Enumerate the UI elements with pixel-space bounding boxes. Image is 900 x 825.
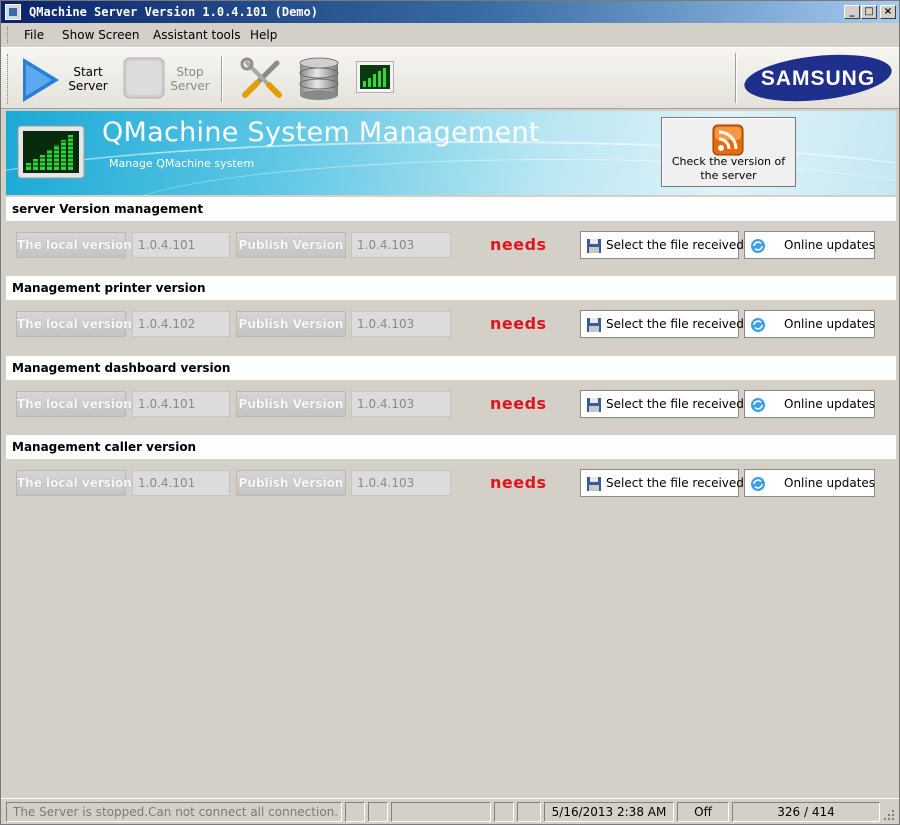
check-version-label: Check the version of the server: [671, 155, 786, 182]
logo-separator: [735, 53, 737, 103]
select-file-label: Select the file received: [606, 476, 744, 490]
menu-assistant-tools[interactable]: Assistant tools: [153, 28, 240, 42]
online-updates-button[interactable]: Online updates: [744, 310, 875, 338]
status-count: 326 / 414: [732, 802, 880, 822]
select-file-label: Select the file received: [606, 317, 744, 331]
status-panel-empty: [368, 802, 388, 822]
play-icon[interactable]: [23, 58, 59, 102]
section-title-dashboard: Management dashboard version: [6, 356, 896, 380]
stop-server-button[interactable]: Stop Server: [169, 65, 211, 93]
version-row-server: The local version 1.0.4.101 Publish Vers…: [6, 221, 896, 265]
menubar-grip[interactable]: [7, 27, 10, 43]
local-version-field[interactable]: 1.0.4.101: [132, 391, 230, 417]
update-status: needs: [490, 314, 547, 333]
system-monitor-icon: [17, 125, 85, 179]
stop-icon[interactable]: [123, 57, 165, 99]
local-version-field[interactable]: 1.0.4.101: [132, 470, 230, 496]
menu-bar: File Show Screen Assistant tools Help: [1, 23, 899, 47]
status-bar: The Server is stopped.Can not connect al…: [1, 798, 899, 824]
select-file-label: Select the file received: [606, 397, 744, 411]
floppy-disk-icon: [587, 398, 601, 412]
check-version-button[interactable]: Check the version of the server: [661, 117, 796, 187]
header-banner: QMachine System Management Manage QMachi…: [6, 111, 896, 195]
update-status: needs: [490, 473, 547, 492]
version-row-dashboard: The local version 1.0.4.101 Publish Vers…: [6, 380, 896, 424]
status-message: The Server is stopped.Can not connect al…: [6, 802, 342, 822]
local-version-button[interactable]: The local version: [16, 391, 132, 417]
local-version-field[interactable]: 1.0.4.102: [132, 311, 230, 337]
online-updates-label: Online updates: [784, 317, 876, 331]
version-row-printer: The local version 1.0.4.102 Publish Vers…: [6, 300, 896, 344]
online-updates-button[interactable]: Online updates: [744, 469, 875, 497]
menu-help[interactable]: Help: [250, 28, 277, 42]
online-updates-button[interactable]: Online updates: [744, 390, 875, 418]
title-bar[interactable]: QMachine Server Version 1.0.4.101 (Demo)…: [1, 1, 899, 23]
online-updates-button[interactable]: Online updates: [744, 231, 875, 259]
publish-version-button[interactable]: Publish Version: [236, 470, 346, 496]
status-panel-empty: [391, 802, 491, 822]
toolbar-grip[interactable]: [7, 54, 10, 104]
brand-text: SAMSUNG: [761, 67, 875, 90]
publish-version-field[interactable]: 1.0.4.103: [351, 232, 451, 258]
page-title: QMachine System Management: [102, 117, 540, 148]
menu-show-screen[interactable]: Show Screen: [62, 28, 139, 42]
status-datetime: 5/16/2013 2:38 AM: [544, 802, 674, 822]
window-title: QMachine Server Version 1.0.4.101 (Demo): [29, 5, 318, 19]
publish-version-button[interactable]: Publish Version: [236, 232, 346, 258]
samsung-logo: SAMSUNG: [744, 54, 892, 102]
close-button[interactable]: ×: [880, 5, 896, 19]
resize-grip-icon[interactable]: [881, 807, 895, 821]
local-version-button[interactable]: The local version: [16, 470, 132, 496]
local-version-field[interactable]: 1.0.4.101: [132, 232, 230, 258]
monitor-chart-icon[interactable]: [356, 61, 394, 93]
refresh-icon: [751, 239, 765, 253]
minimize-button[interactable]: _: [844, 5, 860, 19]
toolbar-separator: [221, 56, 223, 102]
publish-version-field[interactable]: 1.0.4.103: [351, 470, 451, 496]
publish-version-field[interactable]: 1.0.4.103: [351, 391, 451, 417]
select-file-label: Select the file received: [606, 238, 744, 252]
version-row-caller: The local version 1.0.4.101 Publish Vers…: [6, 459, 896, 503]
app-icon[interactable]: [5, 4, 21, 20]
online-updates-label: Online updates: [784, 476, 876, 490]
section-title-printer: Management printer version: [6, 276, 896, 300]
refresh-icon: [751, 398, 765, 412]
select-file-button[interactable]: Select the file received: [580, 231, 744, 259]
floppy-disk-icon: [587, 318, 601, 332]
publish-version-field[interactable]: 1.0.4.103: [351, 311, 451, 337]
section-title-server: server Version management: [6, 197, 896, 221]
floppy-disk-icon: [587, 239, 601, 253]
page-subtitle: Manage QMachine system: [109, 157, 255, 170]
tools-icon[interactable]: [239, 57, 285, 101]
online-updates-label: Online updates: [784, 238, 876, 252]
local-version-button[interactable]: The local version: [16, 232, 132, 258]
refresh-icon: [751, 477, 765, 491]
section-title-caller: Management caller version: [6, 435, 896, 459]
publish-version-button[interactable]: Publish Version: [236, 311, 346, 337]
select-file-button[interactable]: Select the file received: [580, 390, 744, 418]
local-version-button[interactable]: The local version: [16, 311, 132, 337]
maximize-button[interactable]: □: [861, 5, 877, 19]
update-status: needs: [490, 394, 547, 413]
status-panel-empty: [345, 802, 365, 822]
floppy-disk-icon: [587, 477, 601, 491]
select-file-button[interactable]: Select the file received: [580, 310, 744, 338]
select-file-button[interactable]: Select the file received: [580, 469, 744, 497]
status-server-state: Off: [677, 802, 729, 822]
app-window: QMachine Server Version 1.0.4.101 (Demo)…: [0, 0, 900, 825]
database-icon[interactable]: [297, 57, 341, 101]
refresh-icon: [751, 318, 765, 332]
publish-version-button[interactable]: Publish Version: [236, 391, 346, 417]
rss-feed-icon: [712, 124, 744, 156]
status-panel-empty: [494, 802, 514, 822]
menu-file[interactable]: File: [24, 28, 44, 42]
online-updates-label: Online updates: [784, 397, 876, 411]
update-status: needs: [490, 235, 547, 254]
status-panel-empty: [517, 802, 541, 822]
start-server-button[interactable]: Start Server: [67, 65, 109, 93]
